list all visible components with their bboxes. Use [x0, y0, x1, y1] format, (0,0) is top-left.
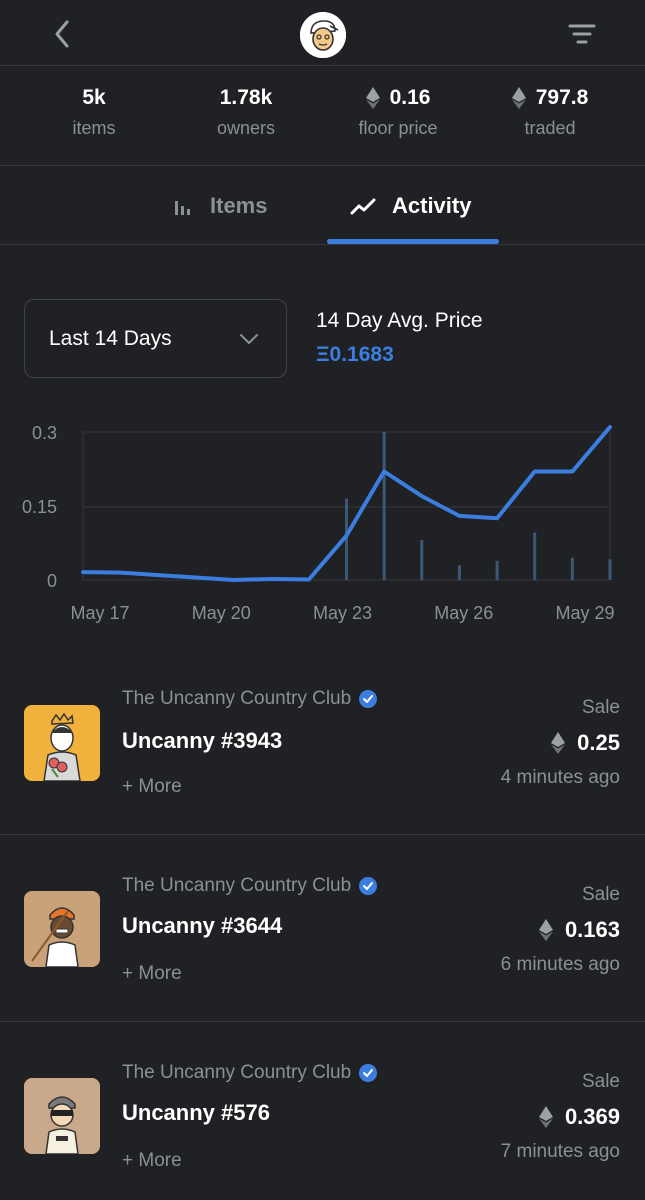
stat-value: 5k	[19, 84, 169, 112]
stat-label: traded	[524, 118, 576, 138]
eth-icon	[511, 87, 526, 109]
verified-badge-icon	[359, 1064, 378, 1082]
sale-price: 0.25	[551, 730, 620, 756]
stat-label: owners	[216, 118, 276, 138]
collection-avatar[interactable]	[300, 12, 346, 58]
stat-value-text: 0.16	[389, 86, 431, 109]
volume-bar	[457, 565, 461, 580]
volume-bar	[420, 540, 424, 580]
x-tick-label: May 29	[555, 603, 614, 623]
collection-name[interactable]: The Uncanny Country Club	[122, 875, 378, 897]
stat-items: 5k items	[19, 84, 169, 139]
sale-price: 0.369	[538, 1104, 620, 1130]
tab-items[interactable]: Items	[172, 190, 267, 222]
active-tab-indicator	[327, 239, 499, 244]
event-time: 7 minutes ago	[500, 1141, 620, 1162]
stat-label: floor price	[358, 118, 438, 138]
stat-floor-price: 0.16 floor price	[323, 84, 473, 139]
price-chart: 0.3 0.15 0 May 17 May 20 May 23 May 26 May 29	[22, 423, 615, 623]
eth-icon	[365, 87, 380, 109]
x-tick-label: May 20	[192, 603, 251, 623]
collection-name-text: The Uncanny Country Club	[122, 688, 352, 709]
tab-activity[interactable]: Activity	[350, 190, 471, 222]
period-selected-label: Last 14 Days	[49, 326, 172, 350]
stat-traded: 797.8 traded	[475, 84, 625, 139]
event-type: Sale	[581, 884, 620, 905]
trend-line-icon	[350, 198, 376, 215]
bar-chart-icon	[175, 201, 190, 215]
verified-badge-icon	[359, 877, 378, 895]
chevron-left-icon	[55, 20, 69, 48]
stat-value: 797.8	[475, 84, 625, 112]
tab-bar: Items Activity	[0, 166, 645, 245]
more-link[interactable]: + More	[122, 1150, 182, 1172]
event-time: 6 minutes ago	[500, 954, 620, 975]
price-text: 0.25	[577, 730, 620, 755]
nft-image	[24, 891, 100, 967]
price-text: 0.369	[564, 1104, 620, 1129]
event-type: Sale	[581, 697, 620, 718]
volume-bar	[533, 532, 537, 580]
more-link[interactable]: + More	[122, 963, 182, 985]
eth-icon	[538, 919, 553, 941]
more-link[interactable]: + More	[122, 776, 182, 798]
nft-name[interactable]: Uncanny #3943	[122, 728, 282, 754]
tab-label: Activity	[392, 193, 472, 218]
stat-label: items	[72, 118, 116, 138]
tab-label: Items	[210, 193, 268, 218]
price-text: 0.163	[564, 917, 620, 942]
x-tick-label: May 26	[434, 603, 493, 623]
sale-price: 0.163	[538, 917, 620, 943]
stat-owners: 1.78k owners	[171, 84, 321, 139]
collection-stats: 5k items 1.78k owners 0.16 floor price 7…	[0, 66, 645, 166]
filter-icon	[568, 24, 596, 44]
activity-row[interactable]: The Uncanny Country Club Uncanny #3644 +…	[0, 835, 645, 1022]
avg-price-label: 14 Day Avg. Price	[316, 309, 483, 332]
event-type: Sale	[581, 1071, 620, 1092]
x-tick-label: May 23	[313, 603, 372, 623]
nft-thumbnail[interactable]	[24, 705, 100, 781]
back-button[interactable]	[42, 14, 82, 54]
volume-bar	[570, 557, 574, 580]
collection-name[interactable]: The Uncanny Country Club	[122, 688, 378, 710]
y-tick-label: 0.3	[32, 423, 57, 443]
activity-row[interactable]: The Uncanny Country Club Uncanny #3943 +…	[0, 648, 645, 835]
nft-image	[24, 1078, 100, 1154]
volume-bar	[495, 560, 499, 580]
x-tick-label: May 17	[70, 603, 129, 623]
nft-name[interactable]: Uncanny #3644	[122, 913, 282, 939]
collection-name-text: The Uncanny Country Club	[122, 1062, 352, 1083]
nft-name[interactable]: Uncanny #576	[122, 1100, 270, 1126]
nft-image	[24, 705, 100, 781]
stat-value-text: 1.78k	[219, 86, 273, 109]
stat-value-text: 797.8	[535, 86, 589, 109]
volume-bar	[608, 559, 612, 580]
avg-price-value: Ξ0.1683	[316, 343, 394, 366]
eth-icon	[538, 1106, 553, 1128]
stat-value: 0.16	[323, 84, 473, 112]
stat-value-text: 5k	[82, 86, 106, 109]
avatar-face-icon	[300, 12, 346, 58]
nft-thumbnail[interactable]	[24, 1078, 100, 1154]
activity-row[interactable]: The Uncanny Country Club Uncanny #576 + …	[0, 1022, 645, 1200]
filter-button[interactable]	[560, 16, 604, 52]
top-bar	[0, 0, 645, 66]
collection-name[interactable]: The Uncanny Country Club	[122, 1062, 378, 1084]
stat-value: 1.78k	[171, 84, 321, 112]
eth-icon	[551, 732, 566, 754]
period-dropdown[interactable]: Last 14 Days	[24, 299, 287, 378]
volume-bar	[382, 432, 386, 580]
y-tick-label: 0	[47, 571, 57, 591]
event-time: 4 minutes ago	[500, 767, 620, 788]
nft-thumbnail[interactable]	[24, 891, 100, 967]
collection-name-text: The Uncanny Country Club	[122, 875, 352, 896]
chevron-down-icon	[240, 334, 258, 344]
verified-badge-icon	[359, 690, 378, 708]
y-tick-label: 0.15	[22, 497, 57, 517]
